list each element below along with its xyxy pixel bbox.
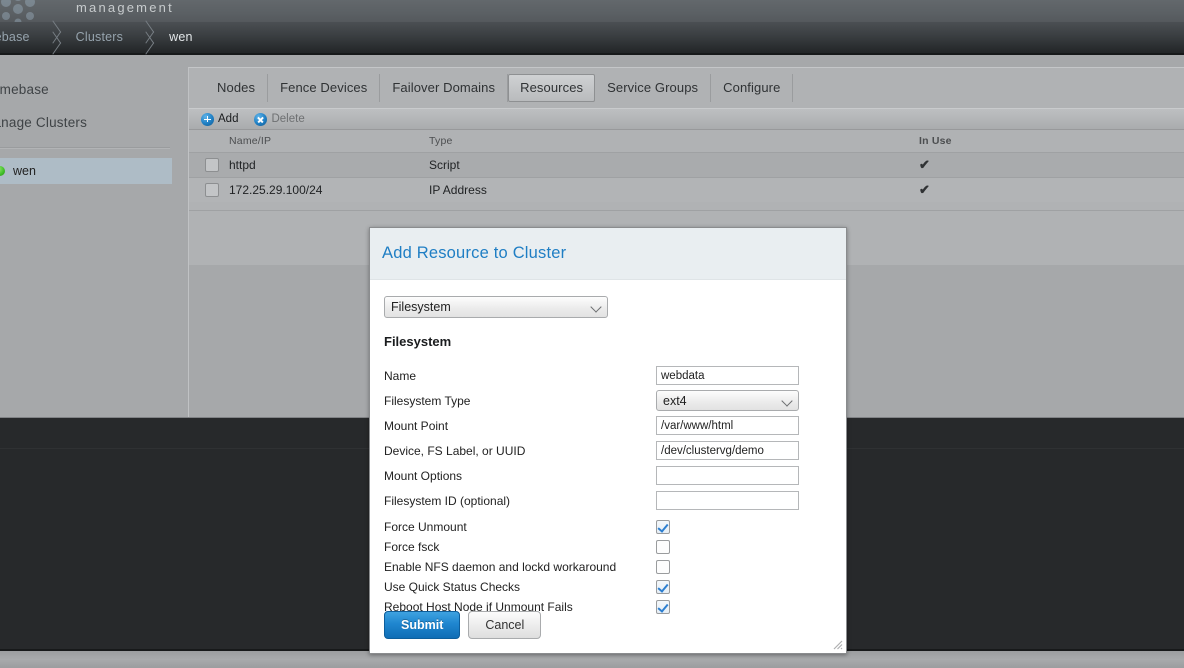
label-device-fs-label-uuid: Device, FS Label, or UUID xyxy=(384,443,526,458)
dialog-header: Add Resource to Cluster xyxy=(370,228,846,280)
option-row-nfs-lockd: Enable NFS daemon and lockd workaround xyxy=(384,557,832,577)
dialog-body: Filesystem Filesystem Name Filesystem Ty… xyxy=(370,280,846,617)
dialog-title: Add Resource to Cluster xyxy=(382,244,567,262)
reboot-host-node-checkbox[interactable] xyxy=(656,600,670,614)
label-filesystem-id: Filesystem ID (optional) xyxy=(384,493,511,508)
name-input[interactable] xyxy=(656,366,799,385)
option-row-force-unmount: Force Unmount xyxy=(384,517,832,537)
label-name: Name xyxy=(384,368,417,383)
resize-grip-icon[interactable] xyxy=(831,638,843,650)
app-title: management xyxy=(76,0,174,15)
chevron-right-icon xyxy=(137,22,155,53)
field-row-name: Name xyxy=(384,363,832,388)
tab-configure[interactable]: Configure xyxy=(711,74,794,102)
submit-button[interactable]: Submit xyxy=(384,611,461,639)
resource-type-select[interactable]: Filesystem xyxy=(384,296,608,318)
cancel-button[interactable]: Cancel xyxy=(468,611,542,639)
field-row-mount-options: Mount Options xyxy=(384,463,832,488)
label-filesystem-type: Filesystem Type xyxy=(384,393,471,408)
filesystem-form: Name Filesystem Type ext4 Mount Point De… xyxy=(384,363,832,513)
add-resource-button[interactable]: Add xyxy=(201,112,239,126)
label-force-fsck: Force fsck xyxy=(384,540,440,554)
field-row-device: Device, FS Label, or UUID xyxy=(384,438,832,463)
plus-circle-icon xyxy=(201,112,214,126)
sidebar-divider xyxy=(0,147,170,149)
tab-failover-domains[interactable]: Failover Domains xyxy=(380,74,509,102)
label-force-unmount: Force Unmount xyxy=(384,520,467,534)
label-mount-options: Mount Options xyxy=(384,468,463,483)
force-fsck-checkbox[interactable] xyxy=(656,540,670,554)
header-cell-type: Type xyxy=(429,135,453,147)
cell-in-use-checkmark: ✔ xyxy=(919,182,930,197)
label-enable-nfs-lockd: Enable NFS daemon and lockd workaround xyxy=(384,560,617,574)
cell-name: httpd xyxy=(229,158,256,172)
sidebar-item-homebase[interactable]: Homebase xyxy=(0,82,49,97)
sidebar-item-cluster-wen[interactable]: wen xyxy=(0,158,172,184)
field-row-filesystem-type: Filesystem Type ext4 xyxy=(384,388,832,413)
cell-type: Script xyxy=(429,158,460,172)
resources-table: Name/IP Type In Use httpd Script ✔ 172.2… xyxy=(189,130,1184,202)
filesystem-type-select[interactable]: ext4 xyxy=(656,390,799,411)
green-status-dot-icon xyxy=(0,166,5,176)
filesystem-type-select-wrap: ext4 xyxy=(656,390,799,411)
table-row[interactable]: 172.25.29.100/24 IP Address ✔ xyxy=(189,177,1184,202)
header-cell-name: Name/IP xyxy=(229,135,272,147)
field-row-mount-point: Mount Point xyxy=(384,413,832,438)
sidebar-cluster-label: wen xyxy=(13,164,36,178)
delete-resource-button[interactable]: Delete xyxy=(254,112,305,126)
breadcrumb-item-homebase[interactable]: mebase xyxy=(0,22,44,53)
section-title-filesystem: Filesystem xyxy=(384,334,452,349)
tab-fence-devices[interactable]: Fence Devices xyxy=(268,74,381,102)
add-button-label: Add xyxy=(218,113,239,125)
option-row-force-fsck: Force fsck xyxy=(384,537,832,557)
option-row-quick-status: Use Quick Status Checks xyxy=(384,577,832,597)
breadcrumb-item-clusters[interactable]: Clusters xyxy=(62,22,137,53)
quick-status-checks-checkbox[interactable] xyxy=(656,580,670,594)
hexagon-cluster-logo xyxy=(1,0,35,22)
device-input[interactable] xyxy=(656,441,799,460)
resource-type-select-wrap: Filesystem xyxy=(384,296,608,318)
resources-toolbar: Add Delete xyxy=(189,108,1184,130)
row-select-checkbox[interactable] xyxy=(205,158,219,172)
add-resource-dialog: Add Resource to Cluster Filesystem Files… xyxy=(369,227,847,654)
header-cell-in-use: In Use xyxy=(919,135,952,147)
field-row-filesystem-id: Filesystem ID (optional) xyxy=(384,488,832,513)
enable-nfs-lockd-checkbox[interactable] xyxy=(656,560,670,574)
mount-options-input[interactable] xyxy=(656,466,799,485)
filesystem-id-input[interactable] xyxy=(656,491,799,510)
breadcrumb: mebase Clusters wen xyxy=(0,22,207,53)
sidebar-item-manage-clusters[interactable]: Manage Clusters xyxy=(0,115,87,130)
tab-resources[interactable]: Resources xyxy=(508,74,596,102)
label-mount-point: Mount Point xyxy=(384,418,449,433)
chevron-right-icon xyxy=(44,22,62,53)
cell-type: IP Address xyxy=(429,183,487,197)
breadcrumb-item-current[interactable]: wen xyxy=(155,22,207,53)
tab-bar: Nodes Fence Devices Failover Domains Res… xyxy=(189,68,1184,108)
force-unmount-checkbox[interactable] xyxy=(656,520,670,534)
row-select-checkbox[interactable] xyxy=(205,183,219,197)
table-row[interactable]: httpd Script ✔ xyxy=(189,152,1184,177)
label-quick-status-checks: Use Quick Status Checks xyxy=(384,580,521,594)
mount-point-input[interactable] xyxy=(656,416,799,435)
delete-button-label: Delete xyxy=(271,113,305,125)
tab-nodes[interactable]: Nodes xyxy=(205,74,269,102)
app-brand-bar: management xyxy=(0,0,1184,22)
cell-in-use-checkmark: ✔ xyxy=(919,157,930,172)
breadcrumb-bar: mebase Clusters wen xyxy=(0,22,1184,55)
table-header-row: Name/IP Type In Use xyxy=(189,130,1184,152)
sidebar: Homebase Manage Clusters wen xyxy=(0,55,172,417)
filesystem-options: Force Unmount Force fsck Enable NFS daem… xyxy=(384,517,832,617)
tab-service-groups[interactable]: Service Groups xyxy=(595,74,712,102)
dialog-button-bar: Submit Cancel xyxy=(384,611,542,639)
cell-name: 172.25.29.100/24 xyxy=(229,183,323,197)
cross-circle-icon xyxy=(254,112,268,126)
